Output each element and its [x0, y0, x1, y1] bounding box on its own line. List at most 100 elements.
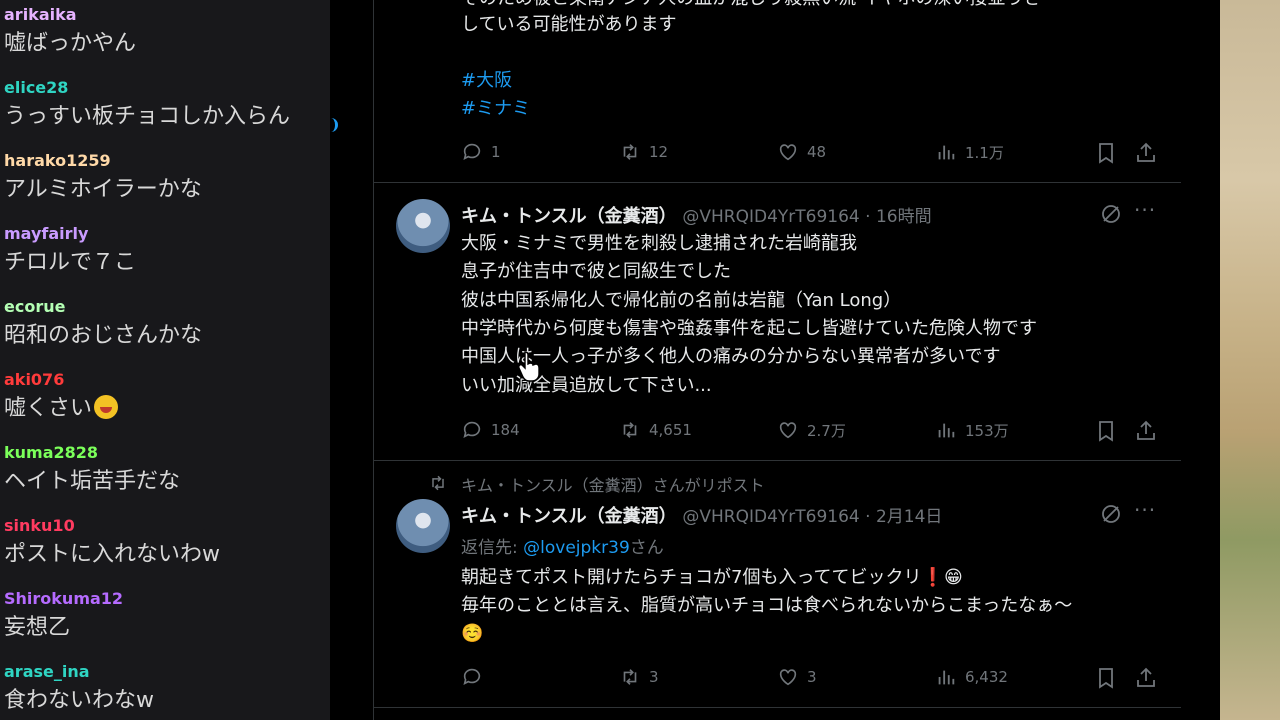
chat-username[interactable]: ecorue — [4, 298, 202, 316]
heart-icon — [779, 144, 797, 161]
tweet-text-line: している可能性があります — [461, 14, 677, 35]
avatar[interactable] — [396, 499, 450, 553]
reply-button[interactable]: 1 — [461, 141, 501, 163]
chat-text: 妄想乙 — [4, 615, 71, 640]
heart-icon — [779, 669, 797, 686]
reply-count: 1 — [491, 143, 501, 161]
reply-icon — [463, 421, 481, 438]
background-artwork — [1220, 0, 1280, 720]
author-handle[interactable]: @VHRQID4YrT69164 — [682, 207, 859, 227]
avatar[interactable] — [396, 199, 450, 253]
tweet-text-line: いい加減全員追放して下さい... — [461, 375, 712, 396]
share-icon[interactable] — [1134, 666, 1158, 690]
gutter — [330, 0, 374, 720]
separator: · — [859, 207, 876, 227]
tweet-text-line: 中学時代から何度も傷害や強姦事件を起こし皆避けていた危険人物です — [461, 318, 1037, 339]
reply-button[interactable]: 184 — [461, 419, 520, 441]
chat-text: 嘘くさい — [4, 396, 93, 421]
chat-message: kuma2828 ヘイト垢苦手だな — [4, 444, 180, 496]
chat-username[interactable]: arase_ina — [4, 663, 154, 681]
repost-count: 3 — [649, 668, 659, 686]
chat-message: aki076 嘘くさい — [4, 371, 119, 423]
author-name[interactable]: キム・トンスル（金糞酒） — [461, 506, 677, 527]
chat-text-row: 嘘くさい — [4, 395, 119, 423]
chat-username[interactable]: arikaika — [4, 6, 136, 24]
chat-message: sinku10 ポストに入れないわw — [4, 517, 220, 569]
chat-username[interactable]: sinku10 — [4, 517, 220, 535]
tweet-text-line: 息子が住吉中で彼と同級生でした — [461, 261, 731, 282]
chat-username[interactable]: elice28 — [4, 79, 290, 97]
like-count: 2.7万 — [807, 421, 846, 440]
chat-username[interactable]: harako1259 — [4, 152, 202, 170]
repost-button[interactable]: 3 — [619, 666, 659, 688]
repost-count: 4,651 — [649, 421, 692, 439]
bookmark-icon[interactable] — [1094, 141, 1118, 165]
heart-icon — [779, 422, 797, 439]
views-count: 1.1万 — [965, 143, 1004, 162]
analytics-icon — [938, 670, 955, 685]
tweet-text-line: 朝起きてポスト開けたらチョコが7個も入っててビックリ❗😁 — [461, 567, 963, 588]
views-button[interactable]: 153万 — [935, 419, 1009, 441]
chat-message: Shirokuma12 妄想乙 — [4, 590, 123, 642]
chat-text: 昭和のおじさんかな — [4, 323, 203, 348]
views-button[interactable]: 1.1万 — [935, 141, 1004, 163]
reply-button[interactable] — [461, 666, 491, 688]
tweet-text-line: ☺️ — [461, 623, 484, 644]
grok-icon[interactable] — [1099, 502, 1123, 526]
repost-button[interactable]: 4,651 — [619, 419, 692, 441]
analytics-icon — [938, 145, 955, 160]
more-options-icon[interactable]: ··· — [1134, 198, 1156, 222]
repost-button[interactable]: 12 — [619, 141, 668, 163]
chat-username[interactable]: aki076 — [4, 371, 118, 389]
chat-text: チロルで７こ — [4, 250, 137, 275]
reply-count: 184 — [491, 421, 520, 439]
repost-icon — [432, 475, 444, 491]
like-button[interactable]: 2.7万 — [777, 419, 846, 441]
share-icon[interactable] — [1134, 419, 1158, 443]
author-handle[interactable]: @VHRQID4YrT69164 — [682, 507, 859, 527]
reply-to-prefix: 返信先: — [461, 538, 524, 558]
tweet-header: キム・トンスル（金糞酒） @VHRQID4YrT69164 · 16時間 — [461, 202, 932, 228]
chat-message: mayfairly チロルで７こ — [4, 225, 136, 277]
timeline-feed[interactable]: そのため被と東南アジア人の血が混じり殺無い流 イヤホの深い接並うさ している可能… — [373, 0, 1182, 720]
bookmark-icon[interactable] — [1094, 666, 1118, 690]
views-button[interactable]: 6,432 — [935, 666, 1008, 688]
like-count: 48 — [807, 143, 827, 161]
grok-icon[interactable] — [1099, 202, 1123, 226]
chat-message: elice28 うっすい板チョコしか入らん — [4, 79, 290, 131]
tweet-time[interactable]: 16時間 — [876, 207, 932, 227]
repost-icon — [623, 669, 637, 685]
more-options-icon[interactable]: ··· — [1134, 498, 1156, 522]
tweet-text-line: 毎年のこととは言え、脂質が高いチョコは食べられないからこまったなぁ〜 — [461, 595, 1073, 616]
tweet-header: キム・トンスル（金糞酒） @VHRQID4YrT69164 · 2月14日 — [461, 502, 942, 528]
repost-label[interactable]: キム・トンスル（金糞酒）さんがリポスト — [461, 472, 765, 496]
bookmark-icon[interactable] — [1094, 419, 1118, 443]
share-icon[interactable] — [1134, 141, 1158, 165]
tweet-divider — [374, 182, 1181, 183]
chat-username[interactable]: mayfairly — [4, 225, 136, 243]
repost-count: 12 — [649, 143, 669, 161]
author-name[interactable]: キム・トンスル（金糞酒） — [461, 206, 677, 227]
chat-text: アルミホイラーかな — [4, 177, 202, 202]
tweet-text-line: 彼は中国系帰化人で帰化前の名前は岩龍（Yan Long） — [461, 290, 902, 311]
reply-to-handle[interactable]: @lovejpkr39 — [523, 538, 630, 558]
hashtag-link[interactable]: #大阪 — [461, 67, 512, 96]
chat-text: ヘイト垢苦手だな — [4, 469, 181, 494]
reply-icon — [463, 668, 481, 685]
like-button[interactable]: 48 — [777, 141, 826, 163]
hashtag-link[interactable]: #ミナミ — [461, 95, 530, 124]
chat-message: arase_ina 食わないわなw — [4, 663, 154, 715]
reply-to-line: 返信先: @lovejpkr39さん — [461, 533, 664, 558]
chat-username[interactable]: kuma2828 — [4, 444, 180, 462]
views-count: 153万 — [965, 421, 1009, 440]
separator: · — [859, 507, 876, 527]
analytics-icon — [938, 423, 955, 438]
chat-username[interactable]: Shirokuma12 — [4, 590, 123, 608]
tweet-time[interactable]: 2月14日 — [876, 507, 942, 527]
chat-message: harako1259 アルミホイラーかな — [4, 152, 202, 204]
tweet-text-line: 大阪・ミナミで男性を刺殺し逮捕された岩崎龍我 — [461, 233, 857, 254]
like-button[interactable]: 3 — [777, 666, 817, 688]
chat-text: うっすい板チョコしか入らん — [4, 104, 291, 129]
laughing-emoji-icon — [94, 395, 119, 419]
views-count: 6,432 — [965, 668, 1008, 686]
